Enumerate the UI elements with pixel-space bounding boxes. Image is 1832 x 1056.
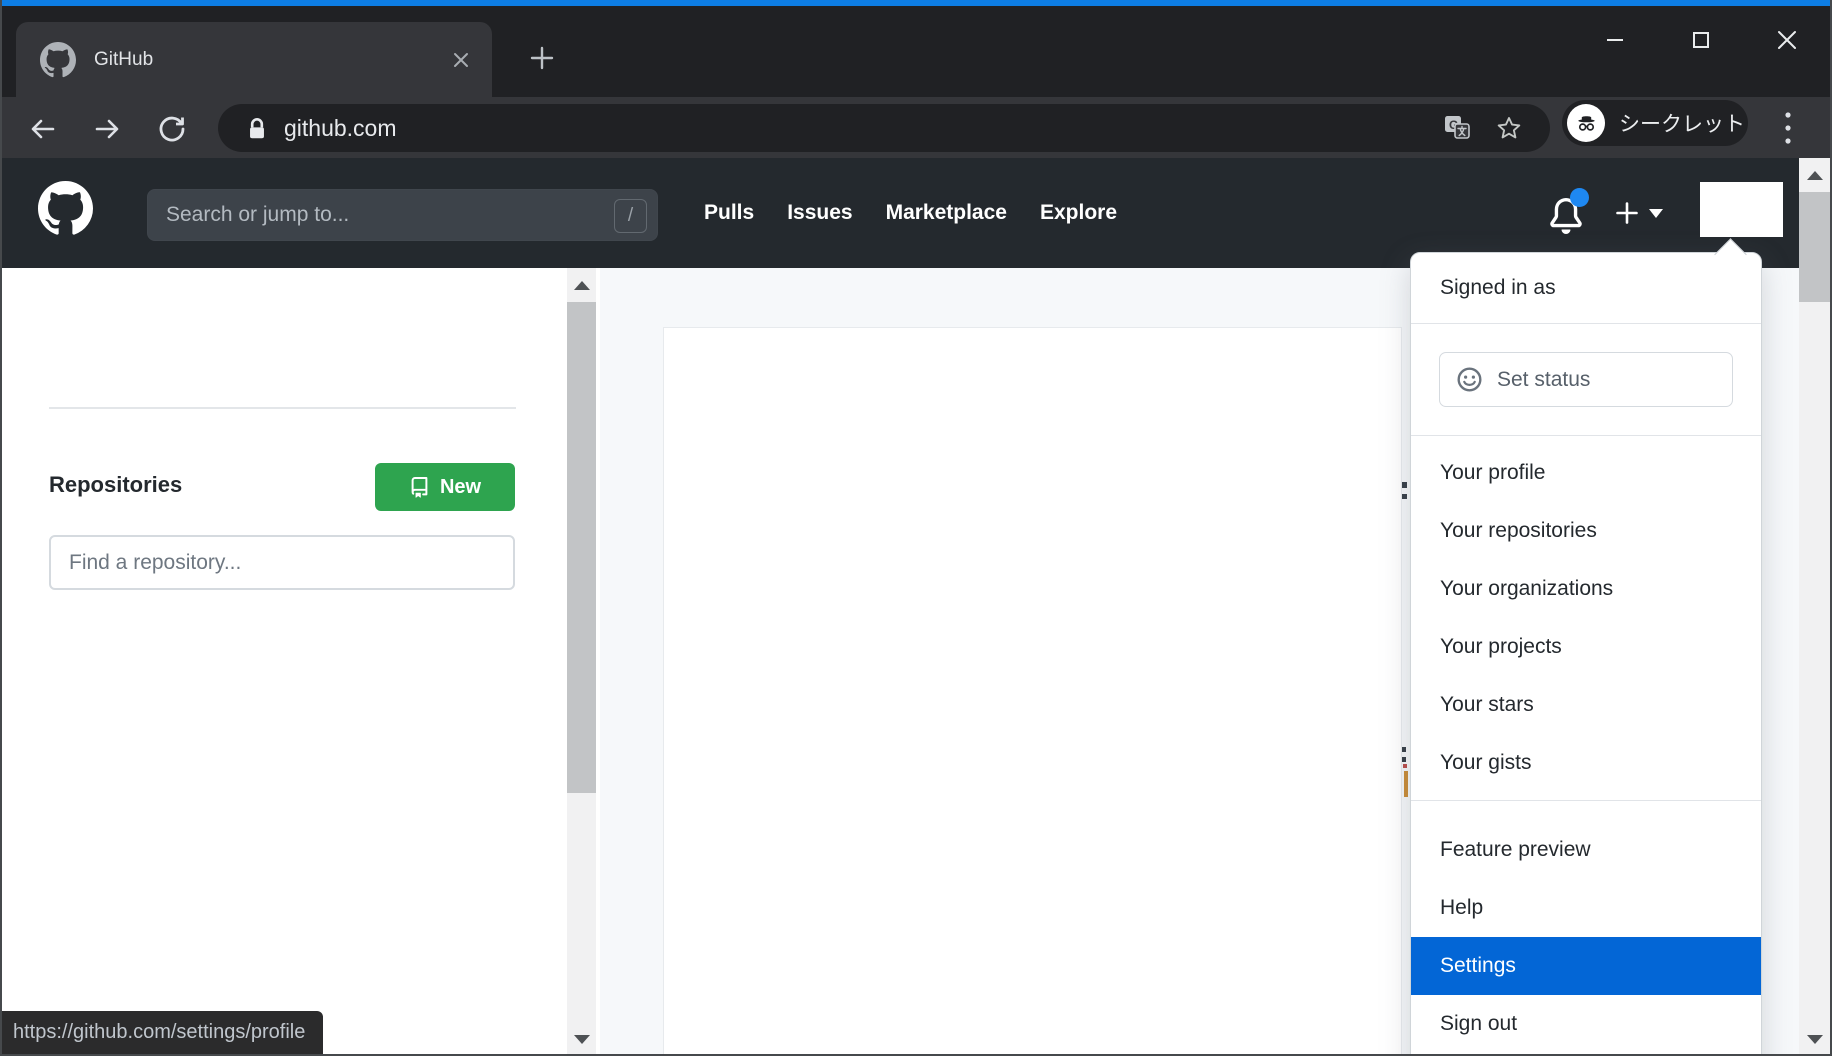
browser-menu-button[interactable] — [1774, 105, 1802, 151]
new-repo-button[interactable]: New — [375, 463, 515, 511]
translate-button[interactable]: G — [1442, 113, 1472, 143]
tab-close-button[interactable] — [446, 45, 476, 75]
github-logo[interactable] — [38, 181, 93, 236]
repositories-heading: Repositories — [49, 472, 182, 498]
search-shortcut-hint: / — [614, 199, 647, 233]
browser-tab[interactable]: GitHub — [16, 22, 492, 97]
menu-item-your-stars[interactable]: Your stars — [1411, 676, 1761, 734]
scroll-down-button[interactable] — [567, 1022, 596, 1056]
menu-item-settings[interactable]: Settings — [1411, 937, 1761, 995]
scrollbar-thumb[interactable] — [1799, 192, 1830, 302]
nav-issues[interactable]: Issues — [787, 201, 852, 225]
incognito-avatar — [1567, 104, 1605, 142]
github-search: / — [147, 189, 658, 241]
bookmark-star-button[interactable] — [1494, 113, 1524, 143]
content-fragment — [1402, 747, 1406, 752]
sidebar-divider — [49, 407, 516, 409]
scrollbar-thumb[interactable] — [567, 302, 596, 793]
find-repository-input[interactable] — [49, 535, 515, 590]
kebab-menu-icon — [1784, 110, 1792, 146]
close-icon — [1776, 29, 1798, 51]
plus-icon — [529, 45, 555, 71]
content-fragment — [1402, 494, 1407, 499]
incognito-badge: シークレット — [1562, 100, 1748, 146]
triangle-up-icon — [574, 281, 590, 290]
content-fragment — [1402, 757, 1406, 762]
search-input[interactable] — [148, 190, 657, 240]
maximize-icon — [1691, 30, 1711, 50]
menu-footer-links: Feature preview Help Settings Sign out — [1411, 801, 1761, 1056]
caret-down-icon — [1649, 209, 1663, 218]
triangle-up-icon — [1807, 171, 1823, 180]
star-icon — [1495, 114, 1523, 142]
sidebar-scrollbar[interactable] — [567, 268, 596, 1056]
tab-strip: GitHub — [0, 6, 1832, 97]
url-text: github.com — [284, 115, 1442, 142]
scroll-up-button[interactable] — [1799, 158, 1830, 192]
menu-item-your-profile[interactable]: Your profile — [1411, 444, 1761, 502]
back-button[interactable] — [26, 113, 58, 145]
tab-title: GitHub — [94, 49, 446, 71]
incognito-icon — [1573, 110, 1600, 137]
window-controls — [1600, 16, 1818, 64]
repo-book-icon — [409, 477, 430, 498]
forward-icon — [93, 114, 123, 144]
dashboard-sidebar: Repositories New — [0, 268, 567, 1056]
feed-card — [663, 327, 1402, 1056]
menu-item-help[interactable]: Help — [1411, 879, 1761, 937]
user-avatar[interactable] — [1700, 182, 1783, 237]
content-fragment — [1404, 771, 1408, 797]
status-bar: https://github.com/settings/profile — [2, 1011, 323, 1054]
content-fragment — [1403, 764, 1407, 768]
triangle-down-icon — [1807, 1035, 1823, 1044]
forward-button[interactable] — [92, 113, 124, 145]
nav-explore[interactable]: Explore — [1040, 201, 1117, 225]
signed-in-as[interactable]: Signed in as — [1411, 253, 1761, 324]
triangle-down-icon — [574, 1035, 590, 1044]
set-status-label: Set status — [1497, 368, 1590, 392]
window-top-accent — [0, 0, 1832, 6]
nav-pulls[interactable]: Pulls — [704, 201, 754, 225]
minimize-button[interactable] — [1600, 25, 1630, 55]
page-scrollbar[interactable] — [1799, 158, 1830, 1056]
lock-icon[interactable] — [246, 116, 268, 140]
url-bar[interactable]: github.com G — [218, 104, 1550, 152]
minimize-icon — [1605, 30, 1625, 50]
menu-item-your-organizations[interactable]: Your organizations — [1411, 560, 1761, 618]
menu-item-your-projects[interactable]: Your projects — [1411, 618, 1761, 676]
menu-links: Your profile Your repositories Your orga… — [1411, 436, 1761, 801]
new-repo-label: New — [440, 476, 481, 499]
github-nav: Pulls Issues Marketplace Explore — [704, 158, 1117, 268]
menu-item-sign-out[interactable]: Sign out — [1411, 995, 1761, 1053]
translate-icon: G — [1443, 114, 1471, 142]
create-new-button[interactable] — [1614, 200, 1663, 226]
scroll-up-button[interactable] — [567, 268, 596, 302]
maximize-button[interactable] — [1686, 25, 1716, 55]
scroll-down-button[interactable] — [1799, 1022, 1830, 1056]
smiley-icon — [1456, 366, 1483, 393]
set-status-button[interactable]: Set status — [1439, 352, 1733, 407]
github-favicon-icon — [40, 42, 76, 78]
menu-item-feature-preview[interactable]: Feature preview — [1411, 821, 1761, 879]
reload-icon — [157, 114, 187, 144]
status-url: https://github.com/settings/profile — [13, 1021, 305, 1044]
notification-dot — [1570, 188, 1589, 207]
new-tab-button[interactable] — [522, 38, 562, 78]
content-fragment — [1402, 482, 1407, 488]
incognito-label: シークレット — [1619, 108, 1745, 138]
plus-icon — [1614, 200, 1640, 226]
set-status-section: Set status — [1411, 324, 1761, 436]
reload-button[interactable] — [156, 113, 188, 145]
close-icon — [452, 51, 470, 69]
menu-item-your-repositories[interactable]: Your repositories — [1411, 502, 1761, 560]
user-dropdown-menu: Signed in as Set status Your profile You… — [1410, 252, 1762, 1056]
menu-item-your-gists[interactable]: Your gists — [1411, 734, 1761, 792]
back-icon — [27, 114, 57, 144]
nav-marketplace[interactable]: Marketplace — [886, 201, 1007, 225]
browser-window: GitHub github.com G — [0, 0, 1832, 1056]
close-window-button[interactable] — [1772, 25, 1802, 55]
